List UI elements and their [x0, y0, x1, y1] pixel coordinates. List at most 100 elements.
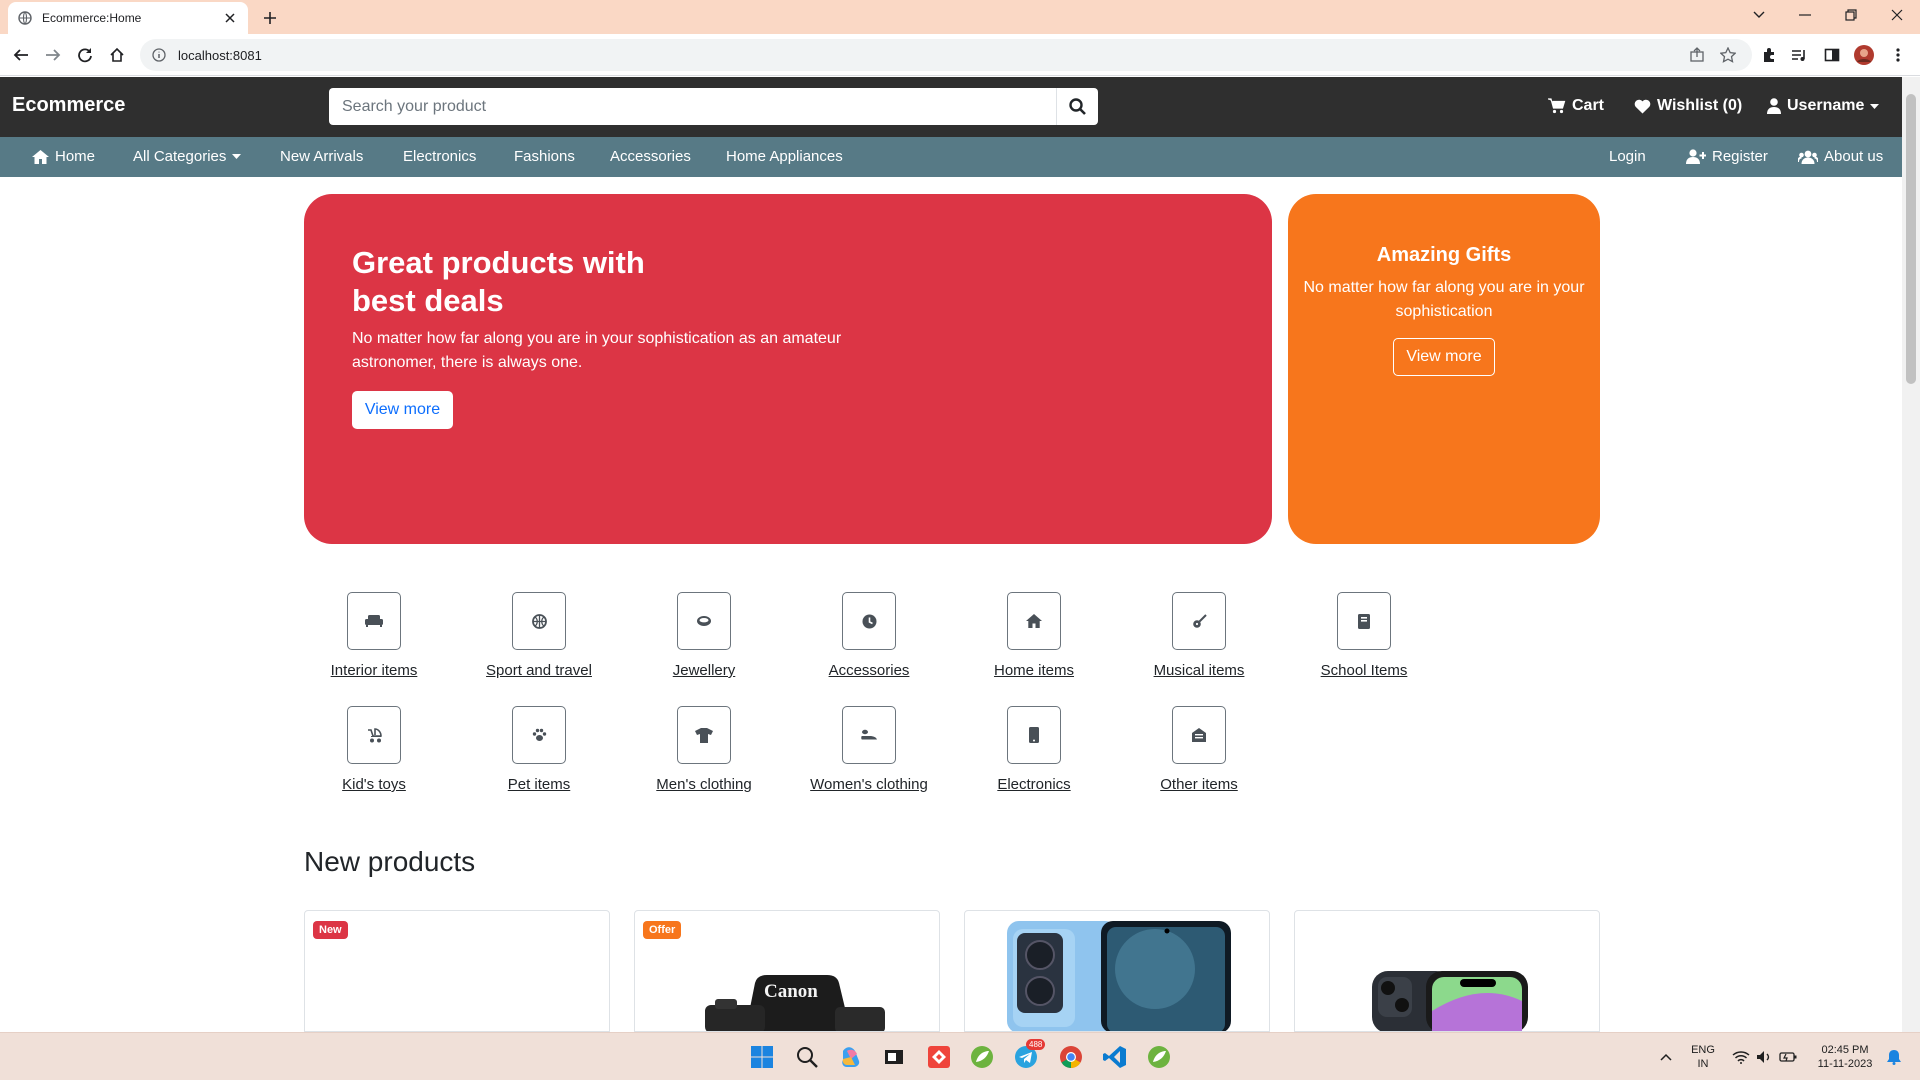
- category-mens-clothing[interactable]: Men's clothing: [634, 706, 774, 793]
- gift-title: Amazing Gifts: [1376, 244, 1512, 266]
- nav-all-categories[interactable]: All Categories: [133, 148, 242, 165]
- extensions-icon[interactable]: [1757, 43, 1781, 67]
- category-musical-items[interactable]: Musical items: [1129, 592, 1269, 679]
- copilot-icon[interactable]: [837, 1043, 865, 1071]
- search-icon[interactable]: [793, 1043, 821, 1071]
- nav-fashions[interactable]: Fashions: [514, 148, 575, 165]
- browser-menu-icon[interactable]: [1886, 43, 1910, 67]
- category-interior-items[interactable]: Interior items: [304, 592, 444, 679]
- nav-home[interactable]: Home: [32, 148, 95, 165]
- back-icon[interactable]: [9, 43, 33, 67]
- product-card[interactable]: [1294, 910, 1600, 1032]
- couch-icon: [365, 615, 383, 627]
- category-icon-box: [677, 706, 731, 764]
- new-tab-icon[interactable]: [258, 6, 282, 30]
- vscode-icon[interactable]: [1101, 1043, 1129, 1071]
- nav-home-label: Home: [55, 148, 96, 165]
- category-accessories[interactable]: Accessories: [799, 592, 939, 679]
- search-button[interactable]: [1056, 88, 1098, 125]
- url-text: localhost:8081: [178, 47, 262, 63]
- cart-link[interactable]: Cart: [1548, 97, 1604, 115]
- user-icon: [1767, 98, 1781, 114]
- user-plus-icon: [1686, 149, 1706, 164]
- category-school-items[interactable]: School Items: [1294, 592, 1434, 679]
- chrome-icon[interactable]: [1057, 1043, 1085, 1071]
- tab-search-icon[interactable]: [1736, 0, 1782, 30]
- user-menu[interactable]: Username: [1767, 97, 1880, 115]
- minimize-icon[interactable]: [1782, 0, 1828, 30]
- category-home-items[interactable]: Home items: [964, 592, 1104, 679]
- caret-down-icon: [1870, 103, 1880, 109]
- new-badge: New: [313, 921, 348, 939]
- anydesk-icon[interactable]: [925, 1043, 953, 1071]
- category-icon-box: [1007, 706, 1061, 764]
- category-womens-clothing[interactable]: Women's clothing: [799, 706, 939, 793]
- battery-icon[interactable]: [1774, 1043, 1802, 1071]
- category-label: School Items: [1320, 662, 1408, 679]
- side-panel-icon[interactable]: [1820, 43, 1844, 67]
- language-indicator[interactable]: ENG IN: [1688, 1043, 1718, 1071]
- address-bar[interactable]: localhost:8081: [140, 39, 1752, 71]
- category-label: Jewellery: [672, 662, 736, 679]
- category-icon-box: [677, 592, 731, 650]
- category-icon-box: [512, 706, 566, 764]
- category-other-items[interactable]: Other items: [1129, 706, 1269, 793]
- info-icon[interactable]: [152, 48, 166, 62]
- product-card[interactable]: [964, 910, 1270, 1032]
- nav-new-arrivals[interactable]: New Arrivals: [280, 148, 363, 165]
- spring-tool-icon-2[interactable]: [1145, 1043, 1173, 1071]
- category-label: Men's clothing: [656, 776, 752, 793]
- gift-banner: Amazing Gifts No matter how far along yo…: [1288, 194, 1600, 544]
- date-text: 11-11-2023: [1817, 1058, 1873, 1070]
- media-icon[interactable]: [1787, 43, 1811, 67]
- chevron-up-icon[interactable]: [1652, 1043, 1680, 1071]
- mobile-icon: [1029, 727, 1039, 743]
- category-icon-box: [842, 592, 896, 650]
- telegram-icon[interactable]: 488: [1012, 1039, 1046, 1071]
- category-sport-and-travel[interactable]: Sport and travel: [469, 592, 609, 679]
- windows-start-icon[interactable]: [748, 1043, 776, 1071]
- close-icon[interactable]: [222, 10, 238, 26]
- category-electronics[interactable]: Electronics: [964, 706, 1104, 793]
- main-nav: Home All Categories New Arrivals Electro…: [0, 137, 1902, 177]
- scrollbar-thumb[interactable]: [1906, 94, 1916, 384]
- restore-icon[interactable]: [1828, 0, 1874, 30]
- window-close-icon[interactable]: [1874, 0, 1920, 30]
- hero-banner: Great products with best deals No matter…: [304, 194, 1272, 544]
- category-label: Home items: [993, 662, 1075, 679]
- share-icon[interactable]: [1685, 43, 1709, 67]
- search-bar: [329, 88, 1098, 125]
- reload-icon[interactable]: [73, 43, 97, 67]
- wishlist-link[interactable]: Wishlist (0): [1634, 97, 1742, 115]
- category-kids-toys[interactable]: Kid's toys: [304, 706, 444, 793]
- gift-view-more-button[interactable]: View more: [1393, 338, 1495, 376]
- profile-avatar[interactable]: [1852, 43, 1876, 67]
- notification-bell-icon[interactable]: [1880, 1043, 1908, 1071]
- browser-tab[interactable]: Ecommerce:Home: [8, 2, 248, 34]
- nav-register[interactable]: Register: [1686, 148, 1768, 165]
- clock[interactable]: 02:45 PM 11-11-2023: [1810, 1043, 1880, 1071]
- nav-login[interactable]: Login: [1609, 148, 1646, 165]
- task-view-icon[interactable]: [880, 1043, 908, 1071]
- baby-carriage-icon: [366, 727, 383, 743]
- category-pet-items[interactable]: Pet items: [469, 706, 609, 793]
- hero-view-more-button[interactable]: View more: [352, 391, 453, 429]
- category-icon-box: [1172, 706, 1226, 764]
- category-jewellery[interactable]: Jewellery: [634, 592, 774, 679]
- product-card[interactable]: New: [304, 910, 610, 1032]
- forward-icon[interactable]: [41, 43, 65, 67]
- search-input[interactable]: [329, 88, 1056, 125]
- spring-tool-icon[interactable]: [968, 1043, 996, 1071]
- nav-accessories[interactable]: Accessories: [610, 148, 691, 165]
- home-icon[interactable]: [105, 43, 129, 67]
- nav-home-appliances[interactable]: Home Appliances: [726, 148, 843, 165]
- book-icon: [1358, 613, 1370, 629]
- bookmark-star-icon[interactable]: [1716, 43, 1740, 67]
- category-label: Other items: [1160, 776, 1238, 793]
- product-card[interactable]: Offer Canon: [634, 910, 940, 1032]
- nav-electronics[interactable]: Electronics: [403, 148, 476, 165]
- offer-badge: Offer: [643, 921, 682, 939]
- page-scrollbar[interactable]: [1902, 77, 1920, 1032]
- nav-about[interactable]: About us: [1798, 148, 1883, 165]
- brand-logo[interactable]: Ecommerce: [12, 94, 125, 117]
